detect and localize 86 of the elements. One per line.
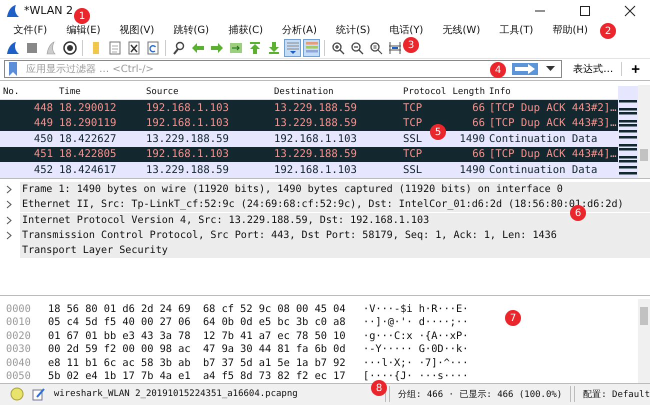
menu-item[interactable]: 电话(Y) bbox=[380, 22, 433, 37]
offset-cell-text: 0040 bbox=[5, 356, 32, 369]
packet-count: 分组: 466 · 已显示: 466 (100.0%) bbox=[398, 388, 562, 401]
ascii-dump: ···l·X;· ·7]·^··· bbox=[363, 356, 468, 369]
hex-bytes: 05 c4 5d f5 40 00 27 06 64 0b 0d e5 bc 3b c0 a8 bbox=[48, 316, 347, 328]
apply-filter-button[interactable] bbox=[512, 63, 538, 76]
protocol-column-header[interactable]: Protocol bbox=[403, 87, 449, 98]
file-icon bbox=[108, 41, 122, 56]
capture-file-name: wireshark_WLAN 2_20191015224351_a16604.pcapng bbox=[54, 389, 299, 400]
detail-row[interactable]: Frame 1: 1490 bytes on wire (11920 bits), 1490 bytes captured (11920 bits) on interface 0 bbox=[20, 182, 650, 198]
annotation-badge: 3 bbox=[403, 37, 419, 53]
zoomin-icon bbox=[330, 41, 344, 56]
length-column-header[interactable]: Length bbox=[449, 87, 489, 98]
back-icon bbox=[190, 41, 204, 56]
shark-fin-icon bbox=[6, 4, 20, 18]
packet-row[interactable]: 448 18.290012 192.168.1.103 13.229.188.59 TCP 66 [TCP Dup ACK 443#2]… bbox=[0, 100, 618, 116]
pencil-icon[interactable] bbox=[32, 387, 46, 402]
hex-bytes: 00 2d 59 f2 00 00 98 ac 47 9a 30 44 81 fa 6b 0d bbox=[48, 343, 347, 356]
dropdown-arrow-icon[interactable] bbox=[546, 66, 556, 72]
window-title: *WLAN 2 bbox=[24, 4, 74, 18]
reload-icon bbox=[146, 41, 160, 56]
menu-item[interactable]: 捕获(C) bbox=[218, 22, 273, 37]
resize-icon bbox=[388, 41, 402, 56]
destination-column-header[interactable]: Destination bbox=[274, 87, 403, 98]
maximize-icon[interactable] bbox=[579, 4, 591, 17]
info-column-header[interactable]: Info bbox=[489, 87, 618, 98]
goto-icon bbox=[228, 41, 242, 56]
ascii-dump: ··]·@·'· d····;·· bbox=[363, 316, 468, 328]
menu-item[interactable]: 文件(F) bbox=[4, 22, 57, 37]
annotation-badge: 8 bbox=[371, 380, 387, 396]
offset-cell-text: 0000 bbox=[5, 302, 32, 315]
zoomreset-icon bbox=[368, 41, 382, 56]
last-icon bbox=[266, 41, 280, 56]
close-icon bbox=[126, 41, 140, 56]
annotation-badge: 1 bbox=[74, 8, 90, 24]
offset-cell-text: 0030 bbox=[5, 343, 32, 356]
menu-item[interactable]: 统计(S) bbox=[326, 22, 380, 37]
hex-bytes: 5b 02 e4 1b 17 7b 4a e1 a4 f5 8d 73 82 f2 ec 17 bbox=[48, 370, 347, 382]
menu-item[interactable]: 无线(W) bbox=[432, 22, 490, 37]
expression-button[interactable]: 表达式… bbox=[565, 62, 622, 76]
options-button[interactable] bbox=[61, 39, 78, 58]
menu-item[interactable]: 编辑(E) bbox=[56, 22, 110, 37]
time-column-header[interactable]: Time bbox=[59, 87, 146, 98]
menu-item[interactable]: 帮助(H) bbox=[542, 22, 598, 37]
offset-cell-text: 0050 bbox=[5, 370, 32, 382]
offset-cell-text: 0020 bbox=[5, 330, 32, 342]
fin-icon bbox=[6, 41, 20, 56]
detail-row[interactable]: Transport Layer Security bbox=[20, 243, 650, 258]
autoscroll-button[interactable] bbox=[284, 39, 301, 58]
source-column-header[interactable]: Source bbox=[146, 87, 274, 98]
bookmark-icon[interactable] bbox=[8, 62, 18, 76]
profile-label[interactable]: 配置: Default bbox=[583, 388, 650, 401]
annotation-badge: 7 bbox=[505, 310, 521, 326]
first-icon bbox=[248, 41, 262, 56]
scrollbar[interactable] bbox=[638, 85, 650, 178]
search-icon bbox=[172, 41, 186, 56]
forward-icon bbox=[210, 41, 224, 56]
annotation-badge: 4 bbox=[490, 62, 506, 78]
annotation-badge: 2 bbox=[600, 23, 616, 39]
stop-icon bbox=[24, 41, 38, 56]
menu-item[interactable]: 工具(T) bbox=[490, 22, 543, 37]
no-column-header[interactable]: No. bbox=[0, 87, 59, 98]
scrollbar[interactable] bbox=[638, 298, 650, 383]
add-filter-button[interactable]: + bbox=[625, 60, 646, 78]
ascii-dump: ·V···-$i h·R···E· bbox=[363, 302, 468, 315]
offset-cell-text: 0010 bbox=[5, 316, 32, 328]
ascii-dump: ·g···C:x ·{A··xP· bbox=[363, 330, 468, 342]
close-icon[interactable] bbox=[624, 4, 636, 17]
hex-bytes: 18 56 80 01 d6 2d 24 69 68 cf 52 9c 08 00 45 04 bbox=[48, 302, 347, 315]
colorize-icon bbox=[304, 41, 318, 56]
packet-row[interactable]: 452 18.424617 13.229.188.59 192.168.1.103 SSL 1490 Continuation Data bbox=[0, 162, 618, 178]
packet-minimap-drawing[interactable] bbox=[618, 86, 638, 178]
hex-bytes: e8 11 b1 6c ac 58 3b ab b7 37 5d a1 5e 1a b7 92 bbox=[48, 356, 347, 369]
ascii-dump: ·-Y····· G·0D··k· bbox=[363, 343, 468, 356]
menu-item[interactable]: 跳转(G) bbox=[164, 22, 219, 37]
detail-row[interactable]: Transmission Control Protocol, Src Port: 443, Dst Port: 58179, Seq: 1, Ack: 1, Len: 1436 bbox=[20, 228, 650, 244]
restart-icon bbox=[44, 41, 58, 56]
hex-bytes: 01 67 01 bb e3 43 3a 78 12 7b 41 a7 ec 78 50 10 bbox=[48, 330, 347, 342]
menu-item[interactable]: 分析(A) bbox=[272, 22, 326, 37]
autoscroll-icon bbox=[286, 41, 300, 56]
colorize-button[interactable] bbox=[303, 39, 320, 58]
menu-item[interactable]: 视图(V) bbox=[110, 22, 164, 37]
options-icon bbox=[62, 41, 76, 56]
ascii-dump: [····{J· ···s···· bbox=[363, 370, 468, 382]
zoomout-icon bbox=[350, 41, 364, 56]
packet-row[interactable]: 451 18.422805 192.168.1.103 13.229.188.59 TCP 66 [TCP Dup ACK 443#4]… bbox=[0, 146, 618, 162]
